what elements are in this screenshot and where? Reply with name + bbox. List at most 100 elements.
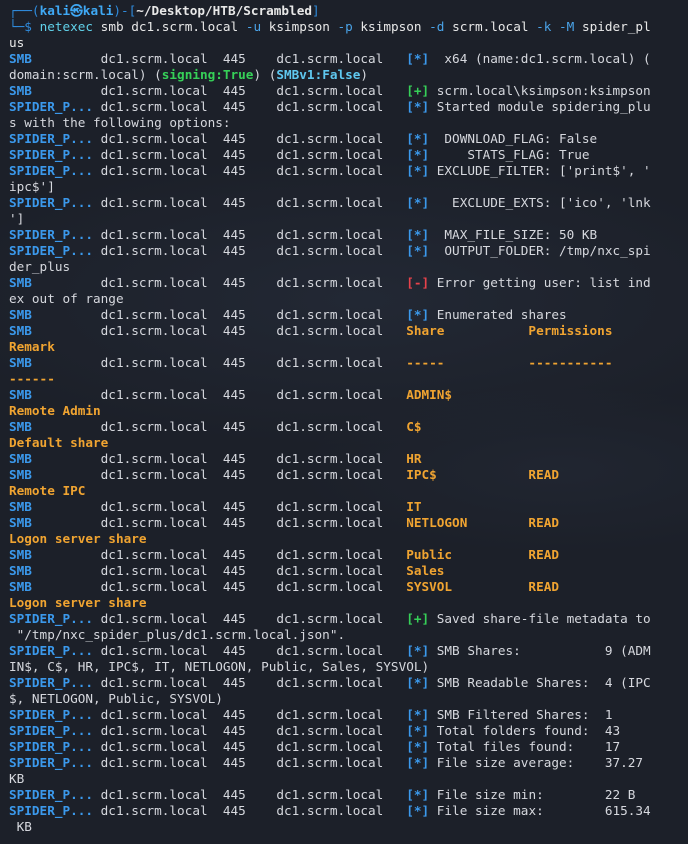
output-line: SMB dc1.scrm.local 445 dc1.scrm.local [-… [9,275,688,291]
output-segment: Saved share-file metadata to [429,611,651,626]
output-segment: s with the following options: [9,115,231,130]
output-line: SMB dc1.scrm.local 445 dc1.scrm.local HR [9,451,688,467]
output-segment: ADMIN$ [406,387,453,402]
output-line: SPIDER_P... dc1.scrm.local 445 dc1.scrm.… [9,163,688,179]
output-segment: IPC$ READ [406,467,559,482]
output-segment: [*] [406,99,430,114]
output-segment: dc1.scrm.local 445 dc1.scrm.local [93,739,407,754]
output-segment: SPIDER_P... [9,163,94,178]
output-segment: [*] [406,163,430,178]
output-line: SMB dc1.scrm.local 445 dc1.scrm.local [*… [9,307,688,323]
output-segment: Default share [9,435,109,450]
output-line: SPIDER_P... dc1.scrm.local 445 dc1.scrm.… [9,195,688,211]
output-segment: [*] [406,675,430,690]
output-segment: dc1.scrm.local 445 dc1.scrm.local [93,755,407,770]
output-segment: dc1.scrm.local 445 dc1.scrm.local [31,419,407,434]
output-segment: Logon server share [9,531,147,546]
command-args: ksimpson [352,19,430,34]
output-segment: NETLOGON READ [406,515,559,530]
output-segment: SPIDER_P... [9,195,94,210]
output-line: ex out of range [9,291,688,307]
output-line: KB [9,819,688,835]
output-segment: [-] [406,275,430,290]
output-line: IN$, C$, HR, IPC$, IT, NETLOGON, Public,… [9,659,688,675]
output-segment: [*] [406,131,430,146]
prompt-user-host: kali㉿kali [39,3,114,18]
output-segment: ------ [9,371,55,386]
output-segment: "/tmp/nxc_spider_plus/dc1.scrm.local.jso… [9,627,346,642]
output-line: SPIDER_P... dc1.scrm.local 445 dc1.scrm.… [9,723,688,739]
output-segment: SMB [9,307,32,322]
output-line: KB [9,771,688,787]
output-segment: Started module spidering_plu [429,99,651,114]
output-segment: dc1.scrm.local 445 dc1.scrm.local [93,707,407,722]
prompt-close: ] [311,3,320,18]
terminal-window[interactable]: ┌──(kali㉿kali)-[~/Desktop/HTB/Scrambled]… [0,0,688,844]
output-segment: SMBv1:False [276,67,361,82]
output-line: SMB dc1.scrm.local 445 dc1.scrm.local [*… [9,51,688,67]
command-flag: -k [536,19,552,34]
output-segment: SMB Readable Shares: 4 (IPC [429,675,651,690]
output-segment: MAX_FILE_SIZE: 50 KB [429,227,598,242]
output-segment: Share Permissions [406,323,613,338]
output-segment: EXCLUDE_FILTER: ['print$', ' [429,163,651,178]
output-segment: dc1.scrm.local 445 dc1.scrm.local [93,227,407,242]
output-segment: Public READ [406,547,559,562]
output-segment: SMB [9,51,32,66]
output-segment: dc1.scrm.local 445 dc1.scrm.local [93,803,407,818]
output-segment: SPIDER_P... [9,99,94,114]
output-segment: SPIDER_P... [9,643,94,658]
output-segment: dc1.scrm.local 445 dc1.scrm.local [31,515,407,530]
output-segment: dc1.scrm.local 445 dc1.scrm.local [31,355,407,370]
command-args: us [9,35,25,50]
output-segment: Remote IPC [9,483,86,498]
output-line: domain:scrm.local) (signing:True) (SMBv1… [9,67,688,83]
output-line: Remote Admin [9,403,688,419]
output-line: SPIDER_P... dc1.scrm.local 445 dc1.scrm.… [9,707,688,723]
output-segment: SMB [9,275,32,290]
output-segment: SMB [9,579,32,594]
output-segment: SMB [9,515,32,530]
command-flag: -M [559,19,575,34]
output-line: s with the following options: [9,115,688,131]
output-segment: [+] [406,611,430,626]
output-segment: [*] [406,755,430,770]
output-segment: IN$, C$, HR, IPC$, IT, NETLOGON, Public,… [9,659,430,674]
output-segment: x64 (name:dc1.scrm.local) ( [429,51,651,66]
output-segment: dc1.scrm.local 445 dc1.scrm.local [31,387,407,402]
output-segment: dc1.scrm.local 445 dc1.scrm.local [93,643,407,658]
output-segment: Logon server share [9,595,147,610]
output-segment: SMB [9,323,32,338]
output-line: SPIDER_P... dc1.scrm.local 445 dc1.scrm.… [9,787,688,803]
output-segment: SMB [9,547,32,562]
output-segment: [*] [406,307,430,322]
output-segment: IT [406,499,422,514]
output-segment: scrm.local\ksimpson:ksimpson [429,83,651,98]
output-segment: SPIDER_P... [9,803,94,818]
output-segment: dc1.scrm.local 445 dc1.scrm.local [93,787,407,802]
output-segment: SMB [9,499,32,514]
output-line: SPIDER_P... dc1.scrm.local 445 dc1.scrm.… [9,227,688,243]
output-segment: ----- ----------- [406,355,613,370]
output-segment: SYSVOL READ [406,579,559,594]
output-segment: Enumerated shares [429,307,567,322]
command-line[interactable]: └─$ netexec smb dc1.scrm.local -u ksimps… [9,19,688,35]
output-segment: SMB [9,419,32,434]
command-args [551,19,559,34]
output-segment: KB [9,771,25,786]
output-segment: dc1.scrm.local 445 dc1.scrm.local [93,611,407,626]
output-segment: ex out of range [9,291,124,306]
output-line: $, NETLOGON, Public, SYSVOL) [9,691,688,707]
output-segment: dc1.scrm.local 445 dc1.scrm.local [31,323,407,338]
command-program: netexec [39,19,94,34]
output-segment: signing:True [161,67,254,82]
output-segment: [*] [406,739,430,754]
output-segment: SPIDER_P... [9,611,94,626]
output-segment: ) [360,67,369,82]
output-segment: dc1.scrm.local 445 dc1.scrm.local [93,99,407,114]
output-segment: [*] [406,787,430,802]
prompt-line: ┌──(kali㉿kali)-[~/Desktop/HTB/Scrambled] [9,3,688,19]
output-segment: SMB [9,355,32,370]
output-segment: SPIDER_P... [9,755,94,770]
output-segment: Total folders found: 43 [429,723,621,738]
